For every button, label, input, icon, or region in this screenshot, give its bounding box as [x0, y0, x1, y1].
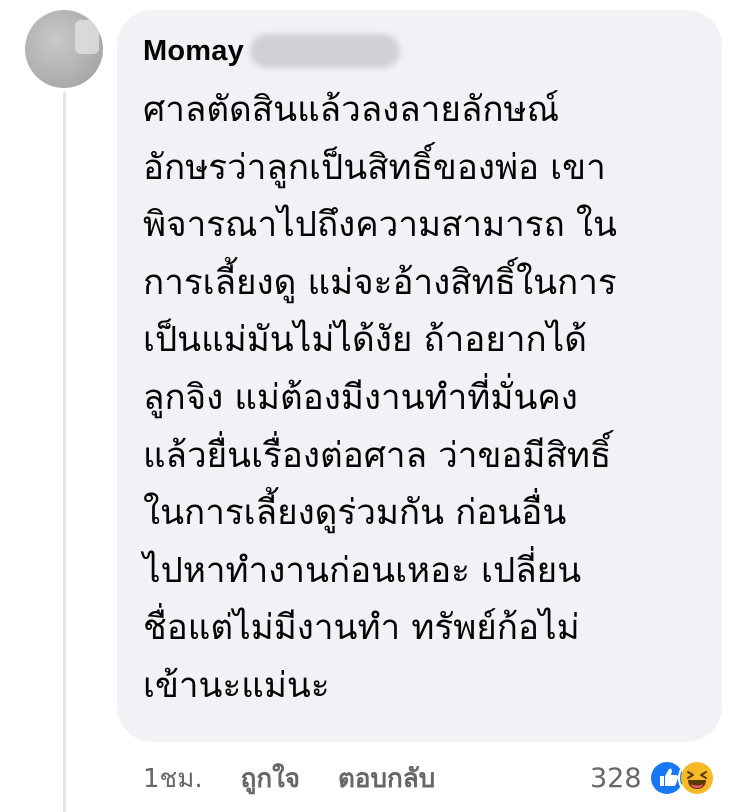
timestamp[interactable]: 1ชม.	[143, 758, 203, 799]
comment-line: ไปหาทำงานก่อนเหอะ เปลี่ยน	[143, 550, 582, 591]
reaction-count: 328	[590, 762, 642, 794]
comment-line: ลูกจิง แม่ต้องมีงานทำที่มั่นคง	[143, 377, 578, 418]
like-button[interactable]: ถูกใจ	[241, 758, 300, 799]
reply-button[interactable]: ตอบกลับ	[338, 758, 435, 799]
comment-line: ชื่อแต่ไม่มีงานทำ ทรัพย์ก้อไม่	[143, 608, 580, 649]
haha-icon	[677, 759, 716, 797]
comment-line: พิจารณาไปถึงความสามารถ ใน	[143, 205, 617, 246]
comment-line: เข้านะแม่นะ	[143, 665, 330, 706]
thread-line	[63, 92, 66, 812]
comment-line: เป็นแม่มันไม่ได้งัย ถ้าอยากได้	[143, 320, 588, 361]
comment-actions: 1ชม. ถูกใจ ตอบกลับ	[143, 758, 435, 798]
comment-line: อักษรว่าลูกเป็นสิทธิ์ของพ่อ เขา	[143, 147, 606, 188]
comment-line: ในการเลี้ยงดูร่วมกัน ก่อนอื่น	[143, 493, 567, 534]
redacted-name-blur	[249, 34, 400, 68]
comment-text: ศาลตัดสินแล้วลงลายลักษณ์ อักษรว่าลูกเป็น…	[143, 82, 617, 716]
comment-line: ศาลตัดสินแล้วลงลายลักษณ์	[143, 90, 560, 130]
author-row: Momay	[143, 34, 400, 68]
comment-bubble: Momay ศาลตัดสินแล้วลงลายลักษณ์ อักษรว่าล…	[117, 10, 722, 742]
reaction-summary[interactable]: 328	[590, 756, 716, 800]
avatar[interactable]	[25, 10, 103, 88]
comment-line: แล้วยื่นเรื่องต่อศาล ว่าขอมีสิทธิ์	[143, 435, 612, 476]
comment-line: การเลี้ยงดู แม่จะอ้างสิทธิ์ในการ	[143, 262, 617, 303]
author-name[interactable]: Momay	[143, 35, 244, 68]
